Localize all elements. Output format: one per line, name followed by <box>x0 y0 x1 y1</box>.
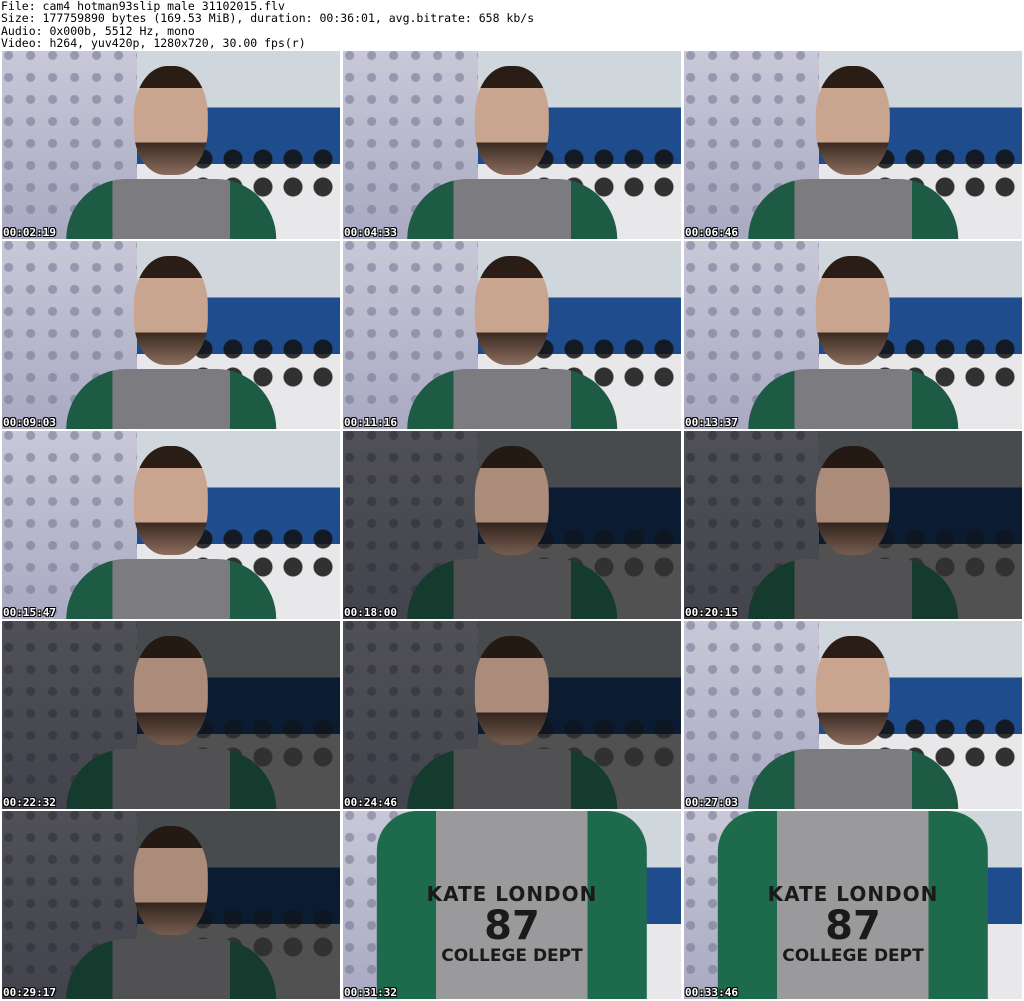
thumbnail-timestamp: 00:09:03 <box>3 416 56 429</box>
thumbnail-timestamp: 00:22:32 <box>3 796 56 809</box>
thumbnail-3: 00:06:46 <box>684 51 1022 239</box>
person-head <box>133 66 209 176</box>
thumbnail-4: 00:09:03 <box>2 241 340 429</box>
person-torso <box>66 938 276 999</box>
person-torso <box>748 558 958 619</box>
person-head <box>133 446 209 556</box>
shirt-print-line3: COLLEGE DEPT <box>782 946 924 967</box>
person-torso <box>748 178 958 239</box>
person-head <box>474 256 550 366</box>
thumbnail-12: 00:27:03 <box>684 621 1022 809</box>
person-head <box>815 66 891 176</box>
thumbnail-timestamp: 00:20:15 <box>685 606 738 619</box>
person-torso <box>66 748 276 809</box>
person-torso <box>407 178 617 239</box>
thumbnail-timestamp: 00:15:47 <box>3 606 56 619</box>
thumbnail-2: 00:04:33 <box>343 51 681 239</box>
shirt-print: KATE LONDON 87 COLLEGE DEPT <box>427 882 598 966</box>
thumbnail-9: 00:20:15 <box>684 431 1022 619</box>
thumbnail-8: 00:18:00 <box>343 431 681 619</box>
person-head <box>815 636 891 746</box>
person-head <box>815 446 891 556</box>
thumbnail-7: 00:15:47 <box>2 431 340 619</box>
person-head <box>474 66 550 176</box>
person-torso <box>66 558 276 619</box>
file-name-line: File: cam4_hotman93slip_male_31102015.fl… <box>1 0 285 13</box>
person-torso <box>407 558 617 619</box>
thumbnail-14: KATE LONDON 87 COLLEGE DEPT 00:31:32 <box>343 811 681 999</box>
shirt-print-line3: COLLEGE DEPT <box>441 946 583 967</box>
person-torso <box>407 748 617 809</box>
file-size-line: Size: 177759890 bytes (169.53 MiB), dura… <box>1 12 535 25</box>
thumbnail-timestamp: 00:18:00 <box>344 606 397 619</box>
shirt-print: KATE LONDON 87 COLLEGE DEPT <box>768 882 939 966</box>
thumbnail-15: KATE LONDON 87 COLLEGE DEPT 00:33:46 <box>684 811 1022 999</box>
person-head <box>474 636 550 746</box>
file-info-header: File: cam4_hotman93slip_male_31102015.fl… <box>0 0 1024 50</box>
person-torso <box>748 748 958 809</box>
thumbnail-timestamp: 00:11:16 <box>344 416 397 429</box>
person-torso <box>407 368 617 429</box>
person-head <box>815 256 891 366</box>
video-info-line: Video: h264, yuv420p, 1280x720, 30.00 fp… <box>1 37 306 50</box>
thumbnail-timestamp: 00:13:37 <box>685 416 738 429</box>
thumbnail-timestamp: 00:29:17 <box>3 986 56 999</box>
thumbnail-timestamp: 00:24:46 <box>344 796 397 809</box>
person-head <box>133 826 209 936</box>
shirt-print-number: 87 <box>484 903 540 950</box>
thumbnail-11: 00:24:46 <box>343 621 681 809</box>
thumbnail-timestamp: 00:31:32 <box>344 986 397 999</box>
thumbnail-timestamp: 00:04:33 <box>344 226 397 239</box>
thumbnail-timestamp: 00:02:19 <box>3 226 56 239</box>
thumbnail-timestamp: 00:27:03 <box>685 796 738 809</box>
thumbnail-grid: 00:02:19 00:04:33 00:06:46 00:09:03 00:1… <box>2 51 1022 1000</box>
thumbnail-10: 00:22:32 <box>2 621 340 809</box>
thumbnail-1: 00:02:19 <box>2 51 340 239</box>
shirt-print-number: 87 <box>825 903 881 950</box>
person-head <box>474 446 550 556</box>
thumbnail-5: 00:11:16 <box>343 241 681 429</box>
person-torso <box>66 178 276 239</box>
thumbnail-13: 00:29:17 <box>2 811 340 999</box>
person-head <box>133 636 209 746</box>
person-head <box>133 256 209 366</box>
thumbnail-6: 00:13:37 <box>684 241 1022 429</box>
person-torso <box>748 368 958 429</box>
thumbnail-timestamp: 00:06:46 <box>685 226 738 239</box>
audio-info-line: Audio: 0x000b, 5512 Hz, mono <box>1 24 195 38</box>
person-torso <box>66 368 276 429</box>
thumbnail-timestamp: 00:33:46 <box>685 986 738 999</box>
